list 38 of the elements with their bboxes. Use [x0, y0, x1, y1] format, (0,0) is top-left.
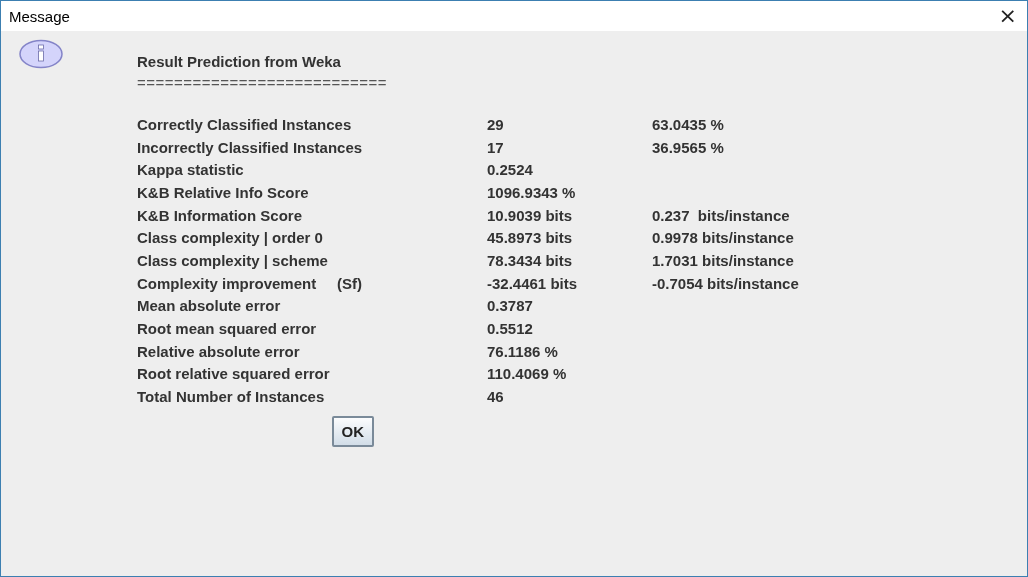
- close-button[interactable]: ×: [998, 5, 1017, 27]
- metric-value: 0.9978 bits/instance: [652, 229, 795, 247]
- metric-value: 78.3434 bits: [487, 251, 574, 269]
- ok-button[interactable]: OK: [331, 415, 375, 447]
- metric-value: 45.8973 bits: [487, 229, 574, 247]
- metric-value: 110.4069 %: [487, 365, 568, 383]
- metric-label: Correctly Classified Instances: [137, 115, 353, 133]
- metric-label: Complexity improvement (Sf): [137, 274, 364, 292]
- metric-value: 10.9039 bits: [487, 206, 574, 224]
- metric-value: 0.5512: [487, 320, 534, 338]
- metric-label: Mean absolute error: [137, 297, 282, 315]
- metric-value: 1.7031 bits/instance: [652, 251, 795, 269]
- metric-value: 17: [487, 138, 505, 156]
- metric-label: Incorrectly Classified Instances: [137, 138, 364, 156]
- window-title: Message: [9, 7, 70, 25]
- metric-label: K&B Information Score: [137, 206, 303, 224]
- separator-line-text: ===========================: [137, 74, 388, 91]
- metric-value: -0.7054 bits/instance: [652, 274, 799, 292]
- metric-value: 0.2524: [487, 161, 534, 179]
- metric-value: 36.9565 %: [652, 138, 725, 156]
- metric-value: 63.0435 %: [652, 115, 725, 133]
- metric-value: 0.237 bits/instance: [652, 206, 791, 224]
- metric-label: K&B Relative Info Score: [137, 183, 310, 201]
- metric-value: -32.4461 bits: [487, 274, 579, 292]
- metric-value: 1096.9343 %: [487, 183, 577, 201]
- message-heading: Result Prediction from Weka: [137, 53, 342, 70]
- metric-label: Root relative squared error: [137, 365, 331, 383]
- metric-label: Relative absolute error: [137, 342, 301, 360]
- metric-label: Root mean squared error: [137, 320, 318, 338]
- metric-value: 76.1186 %: [487, 342, 559, 360]
- metric-label: Class complexity | scheme: [137, 251, 329, 269]
- metric-value: 0.3787: [487, 297, 534, 315]
- metric-label: Class complexity | order 0: [137, 229, 324, 247]
- metric-value: 29: [487, 115, 505, 133]
- metric-label: Total Number of Instances: [137, 388, 326, 406]
- metric-value: 46: [487, 388, 505, 406]
- metric-label: Kappa statistic: [137, 161, 245, 179]
- info-icon: [19, 39, 63, 69]
